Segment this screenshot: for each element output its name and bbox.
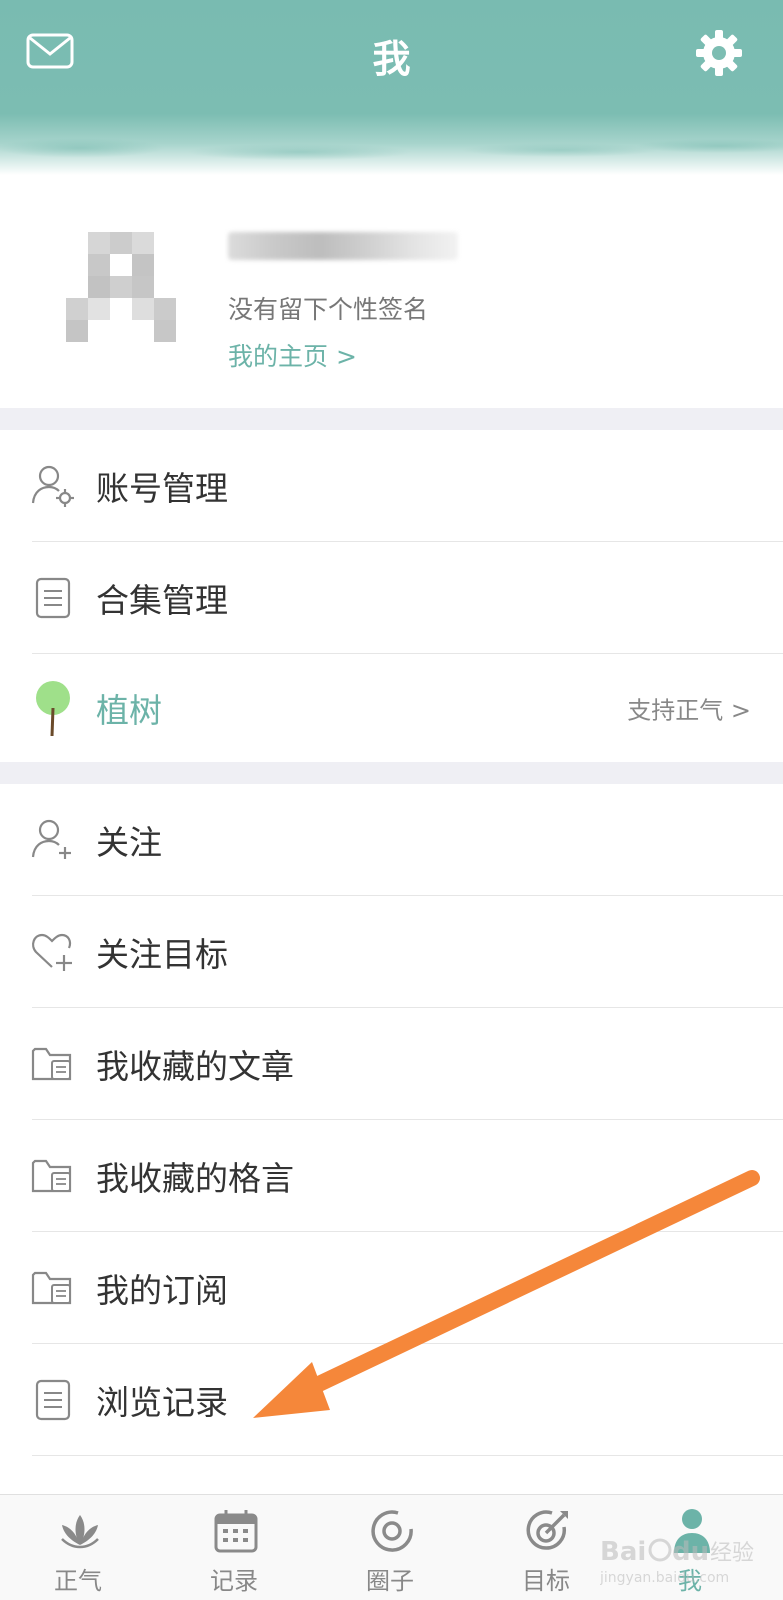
avatar[interactable] bbox=[48, 220, 198, 360]
support-link[interactable]: 支持正气 > bbox=[627, 691, 751, 726]
menu-item-label: 我的订阅 bbox=[96, 1271, 228, 1310]
menu-item-label: 我收藏的格言 bbox=[96, 1159, 294, 1198]
tab-me[interactable]: 我 bbox=[620, 1495, 760, 1600]
circle-icon bbox=[371, 1510, 413, 1552]
section-gap bbox=[0, 762, 783, 784]
profile-signature: 没有留下个性签名 bbox=[228, 295, 429, 324]
menu-item-subscriptions[interactable]: 我的订阅 bbox=[0, 1232, 783, 1344]
menu-item-collection[interactable]: 合集管理 bbox=[0, 542, 783, 654]
menu-item-label: 合集管理 bbox=[96, 581, 228, 620]
folder-icon bbox=[31, 1047, 72, 1081]
menu-item-label: 关注 bbox=[96, 823, 162, 862]
page-title: 我 bbox=[372, 37, 411, 81]
user-add-icon bbox=[31, 819, 71, 859]
calendar-icon bbox=[214, 1510, 258, 1553]
tab-circle[interactable]: 圈子 bbox=[320, 1495, 460, 1600]
target-icon bbox=[526, 1510, 568, 1550]
tab-label: 目标 bbox=[522, 1567, 570, 1595]
menu-item-account[interactable]: 账号管理 bbox=[0, 430, 783, 542]
user-gear-icon bbox=[31, 465, 74, 507]
tab-label: 我 bbox=[678, 1567, 702, 1595]
document-icon bbox=[35, 577, 71, 619]
menu-item-label: 账号管理 bbox=[96, 469, 228, 508]
tab-label: 记录 bbox=[210, 1567, 258, 1595]
tree-icon bbox=[36, 681, 70, 737]
menu-item-follow[interactable]: 关注 bbox=[0, 784, 783, 896]
heart-add-icon bbox=[32, 933, 72, 971]
folder-icon bbox=[31, 1271, 72, 1305]
tab-zhengqi[interactable]: 正气 bbox=[8, 1495, 148, 1600]
profile-name-blurred bbox=[228, 232, 458, 260]
menu-item-saved-quotes[interactable]: 我收藏的格言 bbox=[0, 1120, 783, 1232]
gear-icon[interactable] bbox=[694, 28, 744, 78]
folder-icon bbox=[31, 1159, 72, 1193]
menu-item-label: 浏览记录 bbox=[96, 1383, 228, 1422]
menu-item-plant-tree[interactable]: 植树 支持正气 > bbox=[0, 654, 783, 762]
my-homepage-link[interactable]: 我的主页 > bbox=[228, 337, 357, 373]
header-banner bbox=[0, 0, 783, 180]
tab-label: 圈子 bbox=[366, 1567, 414, 1595]
header-wave-decoration bbox=[0, 130, 783, 180]
tab-goal[interactable]: 目标 bbox=[476, 1495, 616, 1600]
person-icon bbox=[674, 1509, 710, 1553]
menu-item-label: 植树 bbox=[96, 691, 162, 730]
menu-item-saved-articles[interactable]: 我收藏的文章 bbox=[0, 1008, 783, 1120]
menu-item-browse-history[interactable]: 浏览记录 bbox=[0, 1344, 783, 1456]
tab-bar: 正气 记录 圈子 目标 我 bbox=[0, 1494, 783, 1600]
section-gap bbox=[0, 408, 783, 430]
lotus-icon bbox=[61, 1515, 99, 1549]
divider bbox=[32, 1455, 783, 1456]
document-icon bbox=[35, 1379, 71, 1421]
menu-item-label: 我收藏的文章 bbox=[96, 1047, 294, 1086]
tab-record[interactable]: 记录 bbox=[164, 1495, 304, 1600]
menu-item-label: 关注目标 bbox=[96, 935, 228, 974]
menu-item-follow-goal[interactable]: 关注目标 bbox=[0, 896, 783, 1008]
tab-label: 正气 bbox=[54, 1567, 102, 1595]
